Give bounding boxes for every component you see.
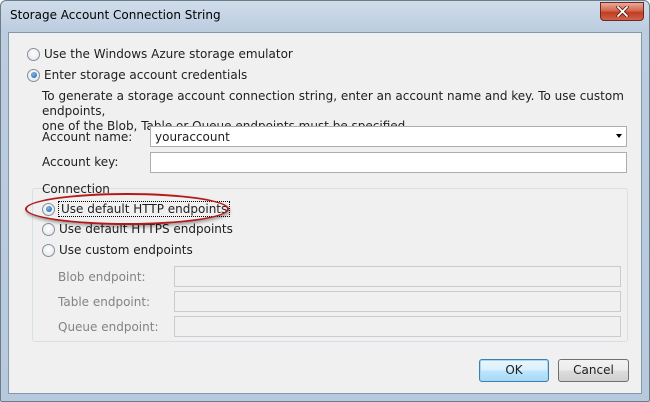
emulator-option[interactable]: Use the Windows Azure storage emulator (27, 46, 293, 62)
account-name-combobox[interactable]: youraccount (150, 126, 627, 147)
credentials-label: Enter storage account credentials (44, 68, 248, 82)
http-option[interactable]: Use default HTTP endpoints (42, 201, 231, 217)
custom-option[interactable]: Use custom endpoints (42, 242, 193, 258)
table-endpoint-label: Table endpoint: (58, 295, 151, 309)
window-title: Storage Account Connection String (10, 8, 221, 22)
cancel-button[interactable]: Cancel (558, 359, 629, 382)
instructions-line-1: To generate a storage account connection… (42, 89, 624, 118)
table-endpoint-field[interactable] (174, 291, 621, 312)
title-bar[interactable]: Storage Account Connection String (1, 1, 649, 31)
dialog-window: Storage Account Connection String Use th… (0, 0, 650, 402)
custom-label: Use custom endpoints (59, 243, 193, 257)
blob-endpoint-field[interactable] (174, 266, 621, 287)
credentials-option[interactable]: Enter storage account credentials (27, 67, 247, 83)
chevron-down-icon[interactable] (616, 134, 622, 138)
https-option[interactable]: Use default HTTPS endpoints (42, 221, 233, 237)
custom-radio[interactable] (42, 243, 55, 257)
account-name-label: Account name: (42, 130, 133, 144)
queue-endpoint-field[interactable] (174, 316, 621, 337)
emulator-radio[interactable] (27, 47, 40, 61)
queue-endpoint-label: Queue endpoint: (58, 320, 159, 334)
account-name-value: youraccount (155, 130, 230, 144)
https-label: Use default HTTPS endpoints (59, 222, 233, 236)
https-radio[interactable] (42, 222, 55, 236)
credentials-radio[interactable] (27, 68, 40, 82)
close-button[interactable] (600, 2, 644, 21)
ok-button[interactable]: OK (479, 359, 549, 382)
account-key-field[interactable] (150, 152, 627, 173)
http-radio[interactable] (42, 202, 55, 216)
dialog-body: Use the Windows Azure storage emulator E… (8, 32, 642, 394)
emulator-label: Use the Windows Azure storage emulator (44, 47, 293, 61)
connection-group-title: Connection (42, 182, 110, 196)
account-key-label: Account key: (42, 155, 119, 169)
blob-endpoint-label: Blob endpoint: (58, 270, 146, 284)
close-icon (616, 6, 629, 17)
http-label: Use default HTTP endpoints (58, 201, 231, 217)
